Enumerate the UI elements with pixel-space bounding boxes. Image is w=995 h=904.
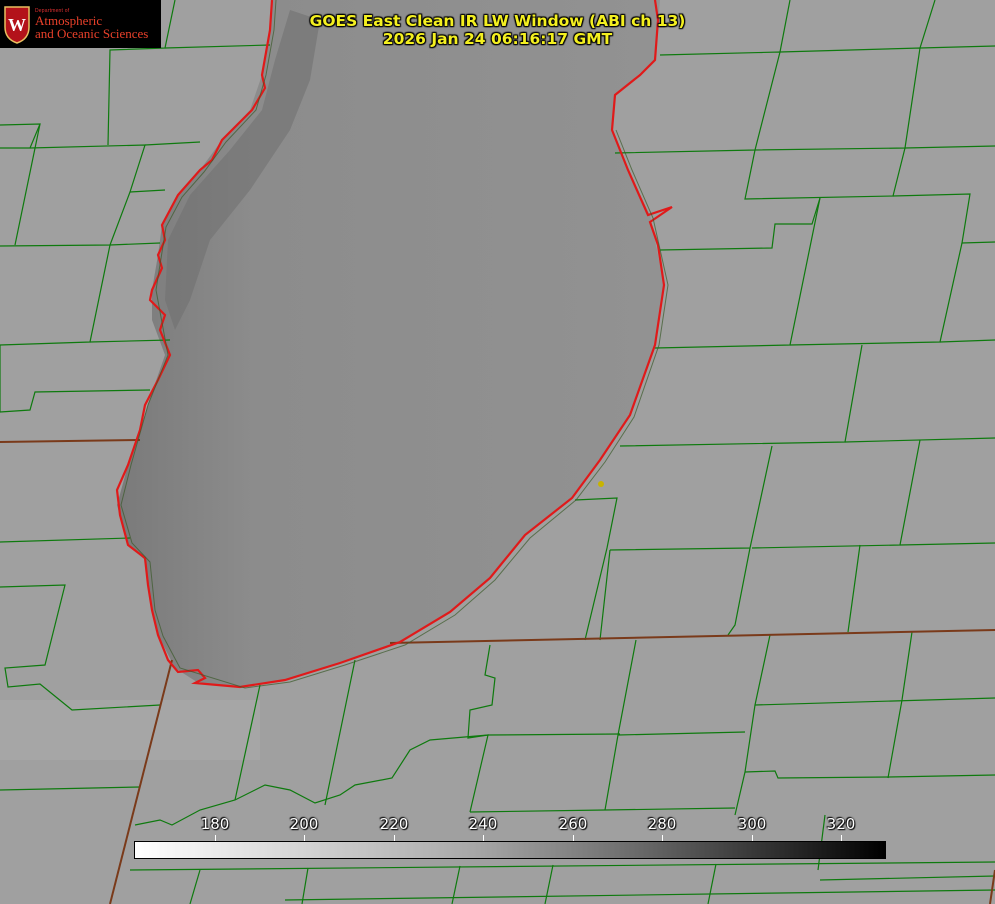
uw-seal-icon: W — [4, 6, 30, 44]
colorbar-tick-mark — [573, 835, 574, 841]
haze-band — [0, 700, 260, 760]
satellite-map[interactable] — [0, 0, 995, 904]
colorbar-tick-mark — [752, 835, 753, 841]
title-timestamp: 2026 Jan 24 06:16:17 GMT — [382, 30, 613, 48]
colorbar-tick-mark — [662, 835, 663, 841]
svg-text:W: W — [8, 15, 26, 35]
colorbar-tick-label: 300 — [737, 815, 767, 833]
title-product: GOES East Clean IR LW Window (ABI ch 13) — [309, 12, 686, 30]
station-marker — [598, 481, 604, 487]
colorbar-tick-label: 260 — [558, 815, 588, 833]
colorbar-tick-mark — [215, 835, 216, 841]
colorbar-tick-label: 320 — [826, 815, 856, 833]
image-title: GOES East Clean IR LW Window (ABI ch 13)… — [270, 12, 725, 48]
colorbar-tick-label: 240 — [468, 815, 498, 833]
colorbar-tick-mark — [483, 835, 484, 841]
uw-aos-logo: W Department of Atmospheric and Oceanic … — [0, 0, 161, 48]
colorbar-tick-label: 220 — [379, 815, 409, 833]
colorbar-tick-mark — [394, 835, 395, 841]
colorbar-tick-mark — [304, 835, 305, 841]
colorbar-tick-label: 200 — [289, 815, 319, 833]
logo-line-2: and Oceanic Sciences — [35, 26, 149, 41]
colorbar-tick-mark — [841, 835, 842, 841]
colorbar-tick-label: 280 — [647, 815, 677, 833]
colorbar-tick-label: 180 — [200, 815, 230, 833]
temperature-colorbar — [134, 841, 886, 859]
